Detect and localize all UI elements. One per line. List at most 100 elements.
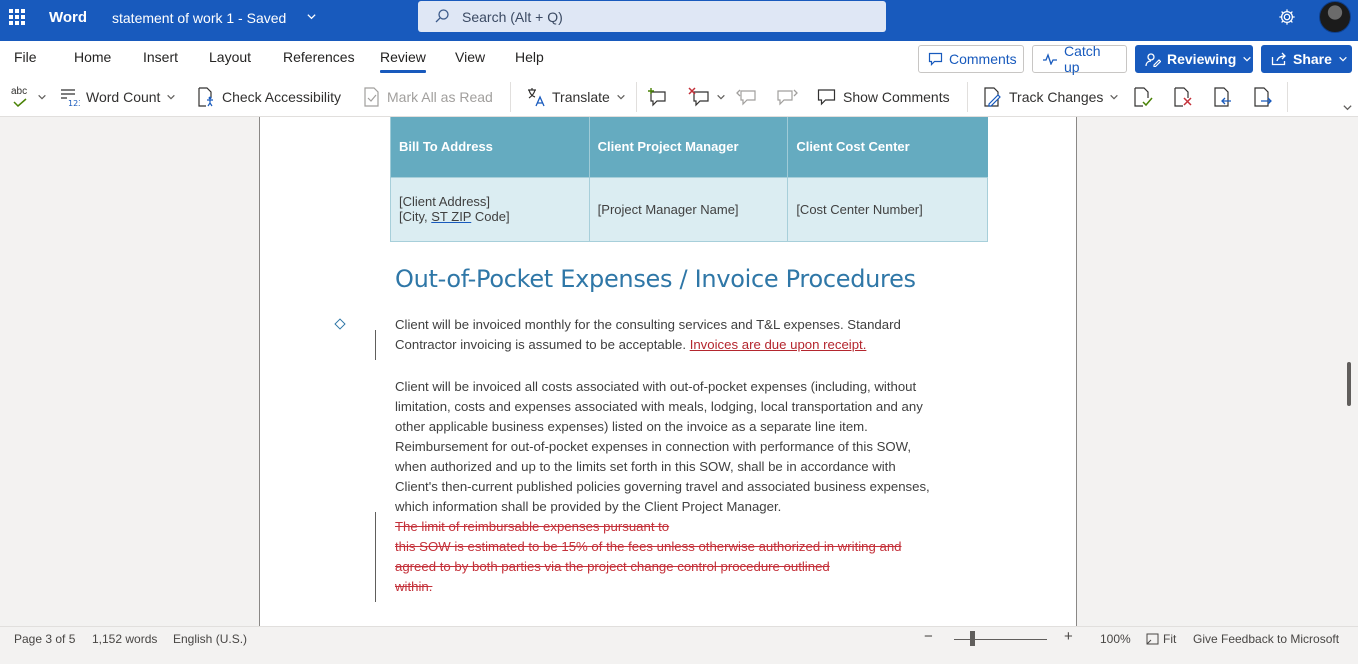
text-line: which information shall be provided by t… [395, 499, 782, 514]
document-page[interactable]: Bill To Address Client Project Manager C… [259, 117, 1077, 626]
share-icon [1271, 52, 1286, 66]
word-count-indicator[interactable]: 1,152 words [92, 632, 157, 646]
paragraph-deleted[interactable]: The limit of reimbursable expenses pursu… [395, 517, 995, 597]
fit-button[interactable]: Fit [1146, 632, 1176, 646]
document-title[interactable]: statement of work 1 - Saved [112, 10, 286, 26]
delete-comment-button[interactable] [688, 84, 726, 110]
reviewing-icon [1145, 52, 1161, 67]
mark-all-as-read-button[interactable]: Mark All as Read [363, 84, 493, 110]
search-icon [435, 9, 449, 23]
show-comments-icon [817, 89, 836, 106]
tab-help[interactable]: Help [515, 49, 544, 65]
fit-label: Fit [1163, 632, 1177, 646]
page-indicator[interactable]: Page 3 of 5 [14, 632, 75, 646]
text-line: Contractor invoicing is assumed to be ac… [395, 335, 995, 355]
chevron-down-icon[interactable] [306, 11, 317, 22]
tab-references[interactable]: References [283, 49, 355, 65]
tracked-deletion: The limit of reimbursable expenses pursu… [395, 519, 670, 534]
share-button[interactable]: Share [1261, 45, 1352, 73]
chevron-down-icon [617, 94, 625, 100]
word-count-button[interactable]: 123 Word Count [60, 84, 176, 110]
comment-anchor-icon[interactable] [334, 318, 346, 330]
paragraph-invoicing[interactable]: Client will be invoiced monthly for the … [395, 315, 995, 355]
tab-file[interactable]: File [14, 49, 37, 65]
search-box[interactable] [418, 1, 886, 32]
chevron-down-icon [167, 94, 176, 100]
ribbon-expand-chevron-icon[interactable] [1342, 102, 1353, 113]
previous-comment-icon [736, 89, 756, 106]
accept-change-button[interactable] [1133, 84, 1153, 110]
app-launcher-icon[interactable] [9, 9, 25, 25]
app-name[interactable]: Word [49, 9, 87, 26]
zoom-in-button[interactable]: + [1064, 628, 1073, 645]
tab-insert[interactable]: Insert [143, 49, 178, 65]
tab-review[interactable]: Review [380, 49, 426, 73]
table-header: Bill To Address [390, 117, 590, 177]
title-bar: Word statement of work 1 - Saved [0, 0, 1358, 41]
address-city: [City, [399, 209, 432, 224]
new-comment-button[interactable] [648, 84, 670, 110]
table-cell-address[interactable]: [Client Address] [City, ST ZIP Code] [390, 176, 590, 242]
zoom-slider-thumb[interactable] [970, 631, 975, 646]
previous-change-button[interactable] [1213, 84, 1233, 110]
gear-icon[interactable] [1278, 8, 1296, 26]
svg-text:123: 123 [68, 99, 80, 107]
translate-icon [528, 88, 545, 107]
translate-label: Translate [552, 89, 610, 105]
tracked-deletion: within. [395, 579, 433, 594]
address-zip: ST ZIP [431, 209, 472, 224]
comments-button[interactable]: Comments [918, 45, 1024, 73]
catch-up-button[interactable]: Catch up [1032, 43, 1127, 75]
ribbon-divider [636, 82, 637, 112]
table-header: Client Cost Center [787, 117, 988, 177]
pulse-icon [1043, 53, 1057, 65]
feedback-link[interactable]: Give Feedback to Microsoft [1193, 632, 1339, 646]
chevron-down-icon [1339, 56, 1347, 62]
change-bar [375, 512, 376, 602]
table-cell-project-manager[interactable]: [Project Manager Name] [588, 176, 789, 242]
search-input[interactable] [462, 1, 862, 32]
menu-bar: File Home Insert Layout References Revie… [0, 41, 1358, 76]
text-line: Client's then-current published policies… [395, 479, 930, 494]
zoom-out-button[interactable]: − [924, 628, 933, 645]
accessibility-icon [198, 87, 213, 107]
reject-change-button[interactable] [1173, 84, 1193, 110]
next-comment-icon [777, 89, 798, 106]
ribbon-divider [967, 82, 968, 112]
ribbon-divider [510, 82, 511, 112]
document-canvas[interactable]: Bill To Address Client Project Manager C… [0, 117, 1358, 626]
avatar[interactable] [1319, 1, 1351, 33]
track-changes-button[interactable]: Track Changes [983, 84, 1119, 110]
check-accessibility-button[interactable]: Check Accessibility [196, 84, 341, 110]
zoom-level[interactable]: 100% [1100, 632, 1131, 646]
reviewing-mode-button[interactable]: Reviewing [1135, 45, 1253, 73]
vertical-scrollbar-thumb[interactable] [1347, 362, 1351, 406]
fit-page-icon [1146, 633, 1159, 645]
text-line: other applicable business expenses) list… [395, 419, 868, 434]
tracked-deletion: this SOW is estimated to be 15% of the f… [395, 539, 902, 554]
tab-home[interactable]: Home [74, 49, 111, 65]
delete-comment-icon [688, 87, 709, 107]
table-cell-cost-center[interactable]: [Cost Center Number] [787, 176, 988, 242]
language-indicator[interactable]: English (U.S.) [173, 632, 247, 646]
show-comments-button[interactable]: Show Comments [817, 84, 950, 110]
translate-button[interactable]: Translate [526, 84, 626, 110]
text-line: Reimbursement for out-of-pocket expenses… [395, 439, 912, 454]
next-comment-button[interactable] [776, 84, 798, 110]
chevron-down-icon [717, 94, 725, 100]
address-line: [Client Address] [399, 194, 491, 209]
tracked-insertion: Invoices are due upon receipt. [689, 337, 867, 352]
change-bar [375, 330, 376, 360]
paragraph-expenses[interactable]: Client will be invoiced all costs associ… [395, 377, 995, 517]
previous-comment-button[interactable] [736, 84, 758, 110]
next-change-button[interactable] [1253, 84, 1273, 110]
share-label: Share [1293, 51, 1332, 67]
text-span: Contractor invoicing is assumed to be ac… [395, 337, 690, 352]
tab-view[interactable]: View [455, 49, 485, 65]
previous-change-icon [1214, 87, 1231, 107]
text-line: Client will be invoiced all costs associ… [395, 379, 917, 394]
zoom-slider[interactable] [954, 639, 1047, 640]
spelling-button[interactable]: abc [11, 84, 47, 110]
tab-layout[interactable]: Layout [209, 49, 251, 65]
review-ribbon: abc 123 Word Count Check Accessibility M… [0, 76, 1358, 117]
